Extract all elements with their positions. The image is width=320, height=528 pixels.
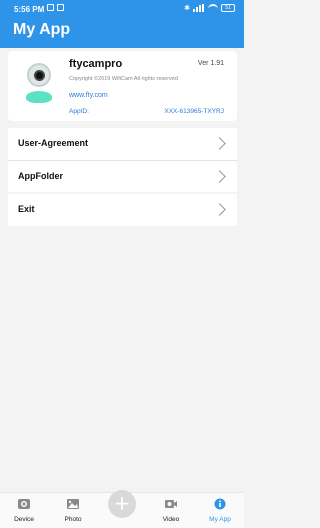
tab-my-app[interactable]: My App [196, 493, 244, 528]
menu-group-main: User-Agreement AppFolder [8, 128, 237, 192]
app-header: 5:56 PM ✱ 51 My App [0, 0, 244, 48]
appid-value: XXX-613965-TXYRJ [164, 108, 224, 115]
app-name: ftycampro [69, 58, 123, 70]
chevron-right-icon [213, 137, 226, 150]
battery-icon: 51 [221, 4, 235, 12]
info-icon [214, 498, 226, 510]
menu-item-app-folder[interactable]: AppFolder [8, 160, 237, 192]
copyright-text: Copyright ©2019 WifiCam All rights reser… [69, 76, 178, 82]
notification-icons [47, 4, 64, 11]
notification-icon [47, 4, 54, 11]
tab-label: Video [162, 516, 180, 523]
tab-video[interactable]: Video [147, 493, 195, 528]
camera-logo-icon [23, 61, 55, 105]
chevron-right-icon [213, 203, 226, 216]
menu-item-user-agreement[interactable]: User-Agreement [8, 128, 237, 160]
tab-photo[interactable]: Photo [49, 493, 97, 528]
status-bar: 5:56 PM ✱ 51 [0, 0, 244, 18]
notification-icon [57, 4, 64, 11]
app-info-card: ftycampro Ver 1.91 Copyright ©2019 WifiC… [8, 51, 237, 121]
menu-group-exit: Exit [8, 194, 237, 226]
page-title: My App [13, 21, 71, 38]
chevron-right-icon [213, 170, 226, 183]
video-icon [165, 500, 177, 508]
app-version: Ver 1.91 [197, 60, 224, 67]
status-time: 5:56 PM [14, 5, 45, 14]
signal-icon [193, 4, 205, 12]
system-icons: ✱ 51 [184, 4, 235, 12]
photo-icon [67, 499, 79, 509]
menu-item-label: AppFolder [18, 171, 63, 181]
wifi-icon [208, 4, 218, 12]
bottom-tab-bar: Device Photo + Video My App [0, 490, 244, 528]
appid-label: AppID: [69, 108, 89, 115]
tab-label: My App [209, 516, 231, 523]
tab-device[interactable]: Device [0, 493, 48, 528]
website-link[interactable]: www.fty.com [69, 92, 108, 99]
device-icon [18, 499, 30, 509]
menu-item-exit[interactable]: Exit [8, 194, 237, 226]
tab-label: Photo [64, 516, 82, 523]
bluetooth-icon: ✱ [184, 5, 190, 12]
menu-item-label: Exit [18, 204, 35, 214]
tab-label: Device [14, 516, 34, 523]
add-button[interactable]: + [108, 490, 136, 518]
menu-item-label: User-Agreement [18, 138, 89, 148]
